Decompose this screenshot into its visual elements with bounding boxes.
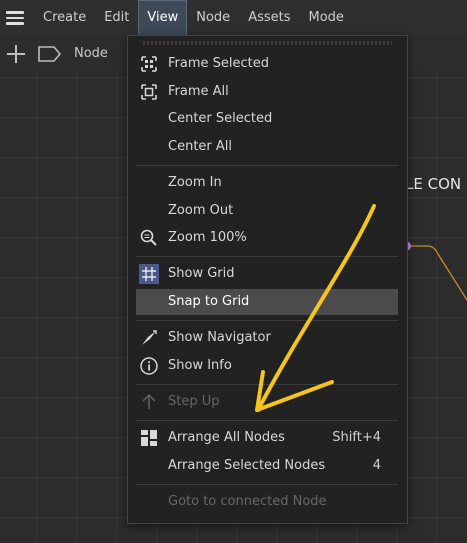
frame-selected-icon xyxy=(141,56,157,72)
menu-item-zoom-out[interactable]: Zoom Out xyxy=(136,198,398,224)
menu-item-frame-selected[interactable]: Frame Selected xyxy=(136,51,398,77)
grid-icon xyxy=(139,264,159,284)
menu-item-show-navigator[interactable]: Show Navigator xyxy=(136,325,398,351)
menu-assets[interactable]: Assets xyxy=(239,0,299,36)
navigator-icon xyxy=(142,330,157,345)
arrow-up-icon xyxy=(142,393,156,409)
menu-item-label: Goto to connected Node xyxy=(168,494,327,509)
menu-item-label: Show Navigator xyxy=(168,330,271,345)
node-title-partial: LE CON xyxy=(405,175,462,193)
menu-create[interactable]: Create xyxy=(34,0,95,36)
menu-item-zoom-100[interactable]: Zoom 100% xyxy=(136,225,398,251)
hamburger-menu-icon[interactable] xyxy=(6,11,24,25)
menu-view[interactable]: View xyxy=(138,0,188,36)
frame-all-icon xyxy=(141,84,157,100)
menu-item-label: Zoom In xyxy=(168,175,222,190)
menu-item-label: Center All xyxy=(168,139,233,154)
menu-item-shortcut: Shift+4 xyxy=(332,430,381,445)
menu-item-label: Show Grid xyxy=(168,266,235,281)
arrange-icon xyxy=(141,430,157,446)
menu-item-show-info[interactable]: Show Info xyxy=(136,353,398,379)
menu-item-arrange-all-nodes[interactable]: Arrange All Nodes Shift+4 xyxy=(136,425,398,451)
menu-bar: Create Edit View Node Assets Mode xyxy=(0,0,467,36)
menu-separator xyxy=(136,165,398,166)
menu-item-zoom-in[interactable]: Zoom In xyxy=(136,170,398,196)
menu-item-label: Zoom Out xyxy=(168,203,234,218)
menu-item-frame-all[interactable]: Frame All xyxy=(136,79,398,105)
menu-item-label: Arrange Selected Nodes xyxy=(168,458,326,473)
menu-item-label: Center Selected xyxy=(168,111,273,126)
toolbar-node-label: Node xyxy=(74,46,108,61)
view-menu-dropdown: Frame Selected Frame All Center Selected… xyxy=(127,35,408,524)
tag-icon[interactable] xyxy=(38,45,62,62)
menu-item-label: Frame Selected xyxy=(168,56,269,71)
menu-mode[interactable]: Mode xyxy=(300,0,353,36)
info-icon xyxy=(140,357,158,375)
menu-item-label: Arrange All Nodes xyxy=(168,430,285,445)
zoom-icon xyxy=(140,229,157,246)
menu-item-snap-to-grid[interactable]: Snap to Grid xyxy=(136,289,398,315)
plus-icon[interactable] xyxy=(6,44,26,64)
menu-edit[interactable]: Edit xyxy=(95,0,138,36)
menu-separator xyxy=(136,256,398,257)
menu-separator xyxy=(136,420,398,421)
menu-separator xyxy=(136,384,398,385)
menu-item-label: Zoom 100% xyxy=(168,230,247,245)
menu-item-show-grid[interactable]: Show Grid xyxy=(136,261,398,287)
menu-item-label: Snap to Grid xyxy=(168,294,250,309)
menu-item-shortcut: 4 xyxy=(372,458,381,473)
menu-item-goto-connected-node: Goto to connected Node xyxy=(136,489,398,515)
menu-separator xyxy=(136,320,398,321)
menu-item-center-selected[interactable]: Center Selected xyxy=(136,106,398,132)
menu-item-center-all[interactable]: Center All xyxy=(136,134,398,160)
menu-node[interactable]: Node xyxy=(187,0,239,36)
menu-item-step-up: Step Up xyxy=(136,389,398,415)
menu-item-label: Show Info xyxy=(168,358,232,373)
menu-item-arrange-selected-nodes[interactable]: Arrange Selected Nodes 4 xyxy=(136,453,398,479)
menu-item-label: Frame All xyxy=(168,84,229,99)
menu-tearoff-handle[interactable] xyxy=(142,41,392,45)
menu-separator xyxy=(136,484,398,485)
menu-item-label: Step Up xyxy=(168,394,220,409)
